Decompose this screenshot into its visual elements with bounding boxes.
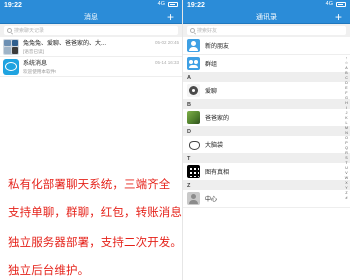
- search-input[interactable]: 搜索聊天记录: [4, 26, 178, 35]
- group-icon: [187, 57, 200, 70]
- status-time: 19:22: [187, 1, 205, 9]
- conversation-title: 兔兔兔、爱聊、爸爸家的、大...: [23, 41, 107, 47]
- contact-avatar: [187, 111, 200, 124]
- section-header-b: B: [183, 100, 350, 109]
- contact-avatar: [187, 84, 200, 97]
- contact-avatar: [187, 165, 200, 178]
- system-message-icon: [3, 58, 19, 75]
- contact-item[interactable]: 图有真相: [183, 163, 350, 181]
- search-bar: 搜索好友: [183, 24, 350, 37]
- contact-name: 中心: [205, 197, 218, 203]
- add-button[interactable]: +: [167, 10, 174, 24]
- conversation-time: 05-14 16:33: [154, 60, 179, 65]
- conversation-item[interactable]: 系统消息 欢迎使用本软件! 05-14 16:33: [0, 57, 182, 77]
- contact-avatar: [187, 138, 200, 151]
- messages-screen: 19:22 4G 消息 + 搜索聊天记录 兔兔兔、爱聊、爸爸家的、大... [语…: [0, 0, 182, 280]
- section-header-d: D: [183, 127, 350, 136]
- search-icon: [7, 28, 12, 33]
- conversation-title: 系统消息: [23, 61, 48, 67]
- new-friend-icon: [187, 39, 200, 52]
- navigation-bar: 通讯录 +: [183, 10, 350, 24]
- contact-name: 图有真相: [205, 170, 230, 176]
- contact-name: 新的朋友: [205, 44, 230, 50]
- contact-name: 大脑袋: [205, 143, 224, 149]
- section-header-t: T: [183, 154, 350, 163]
- contacts-screen: 19:22 4G 通讯录 + 搜索好友 新的朋友 群组 A 爱聊 B 爸爸家的 …: [182, 0, 350, 280]
- conversation-preview: 欢迎使用本软件!: [23, 69, 57, 74]
- group-avatar-icon: [3, 38, 19, 55]
- contact-name: 群组: [205, 62, 218, 68]
- search-bar: 搜索聊天记录: [0, 24, 182, 37]
- promo-text-line-4: 独立后台维护。: [8, 265, 90, 277]
- status-bar: 19:22 4G: [0, 0, 182, 10]
- conversation-preview: [语音已读]: [23, 49, 44, 54]
- index-letter[interactable]: #: [346, 196, 348, 201]
- status-bar: 19:22 4G: [183, 0, 350, 10]
- network-label: 4G: [157, 1, 165, 7]
- search-icon: [190, 28, 195, 33]
- status-time: 19:22: [4, 1, 22, 9]
- conversation-item[interactable]: 兔兔兔、爱聊、爸爸家的、大... [语音已读] 05-02 20:45: [0, 37, 182, 57]
- contact-item[interactable]: 中心: [183, 190, 350, 208]
- new-friends-item[interactable]: 新的朋友: [183, 37, 350, 55]
- search-placeholder: 搜索好友: [197, 28, 218, 34]
- contact-name: 爱聊: [205, 89, 218, 95]
- page-title: 消息: [84, 13, 98, 21]
- search-input[interactable]: 搜索好友: [187, 26, 346, 35]
- promo-text-line-2: 支持单聊，群聊，红包，转账消息: [8, 207, 182, 219]
- contact-avatar: [187, 192, 200, 205]
- contact-name: 爸爸家的: [205, 116, 230, 122]
- contact-item[interactable]: 大脑袋: [183, 136, 350, 154]
- page-title: 通讯录: [256, 13, 277, 21]
- search-placeholder: 搜索聊天记录: [14, 28, 45, 34]
- section-header-a: A: [183, 73, 350, 82]
- battery-icon: [168, 1, 178, 7]
- battery-icon: [336, 1, 346, 7]
- alphabet-index-bar[interactable]: ↑ ☆ A B C D E F G H I J K L M N O P Q R S T U V W X Y Z #: [344, 56, 349, 201]
- contact-item[interactable]: 爱聊: [183, 82, 350, 100]
- navigation-bar: 消息 +: [0, 10, 182, 24]
- groups-item[interactable]: 群组: [183, 55, 350, 73]
- conversation-time: 05-02 20:45: [154, 40, 179, 45]
- add-contact-button[interactable]: +: [335, 10, 342, 24]
- section-header-z: Z: [183, 181, 350, 190]
- promo-text-line-1: 私有化部署聊天系统，三端齐全: [8, 179, 171, 191]
- network-label: 4G: [325, 1, 333, 7]
- contact-item[interactable]: 爸爸家的: [183, 109, 350, 127]
- promo-text-line-3: 独立服务器部署，支持二次开发。: [8, 237, 182, 249]
